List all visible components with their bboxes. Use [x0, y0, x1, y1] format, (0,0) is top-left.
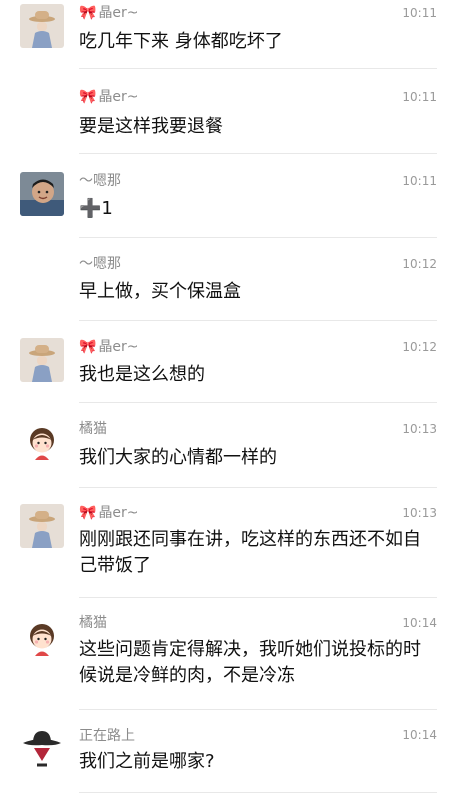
sender-name: 正在路上: [79, 728, 135, 744]
message-divider: [79, 320, 437, 321]
message-divider: [79, 402, 437, 403]
message-time: 10:12: [402, 257, 437, 271]
message-divider: [79, 792, 437, 793]
sender-name: 🎀 晶er~: [79, 89, 139, 105]
sender-name: 🎀 晶er~: [79, 5, 139, 21]
photo-avatar[interactable]: [20, 172, 64, 216]
chat-message: ～嗯那 10:12 早上做，买个保温盒: [0, 238, 457, 322]
bow-icon: 🎀: [79, 5, 97, 21]
chat-message: 橘猫 10:14 这些问题肯定得解决，我听她们说投标的时候说是冷鲜的肉，不是冷冻: [0, 598, 457, 710]
message-text[interactable]: 刚刚跟还同事在讲，吃这样的东西还不如自己带饭了: [79, 527, 433, 579]
sender-name: 橘猫: [79, 615, 107, 631]
sender-name: 🎀 晶er~: [79, 339, 139, 355]
cartoon-girl-avatar[interactable]: [20, 616, 64, 660]
message-text[interactable]: 我也是这么想的: [79, 362, 433, 388]
message-text[interactable]: 我们之前是哪家?: [79, 749, 433, 775]
bow-icon: 🎀: [79, 339, 97, 355]
message-divider: [79, 68, 437, 69]
straw-hat-avatar[interactable]: [20, 4, 64, 48]
message-text[interactable]: 这些问题肯定得解决，我听她们说投标的时候说是冷鲜的肉，不是冷冻: [79, 637, 433, 689]
message-text[interactable]: ➕1: [79, 196, 433, 222]
chat-message-list: 🎀 晶er~ 10:11 吃几年下来 身体都吃坏了 🎀 晶er~ 10:11 要是这…: [0, 0, 457, 800]
cowboy-avatar[interactable]: [20, 726, 64, 770]
sender-name: 橘猫: [79, 421, 107, 437]
chat-message: 橘猫 10:13 我们大家的心情都一样的: [0, 404, 457, 488]
sender-name: 🎀 晶er~: [79, 505, 139, 521]
straw-hat-avatar[interactable]: [20, 504, 64, 548]
message-time: 10:13: [402, 506, 437, 520]
chat-message: 🎀 晶er~ 10:11 吃几年下来 身体都吃坏了: [0, 0, 457, 70]
sender-name: ～嗯那: [79, 256, 121, 272]
message-text[interactable]: 吃几年下来 身体都吃坏了: [79, 29, 433, 55]
chat-message: 正在路上 10:14 我们之前是哪家?: [0, 710, 457, 800]
cartoon-girl-avatar[interactable]: [20, 420, 64, 464]
message-time: 10:11: [402, 6, 437, 20]
message-text[interactable]: 早上做，买个保温盒: [79, 279, 433, 305]
bow-icon: 🎀: [79, 505, 97, 521]
chat-message: ～嗯那 10:11 ➕1: [0, 154, 457, 238]
sender-name: ～嗯那: [79, 173, 121, 189]
chat-message: 🎀 晶er~ 10:12 我也是这么想的: [0, 322, 457, 404]
message-time: 10:14: [402, 616, 437, 630]
message-time: 10:14: [402, 728, 437, 742]
message-time: 10:13: [402, 422, 437, 436]
bow-icon: 🎀: [79, 89, 97, 105]
message-time: 10:11: [402, 174, 437, 188]
message-text[interactable]: 我们大家的心情都一样的: [79, 445, 433, 471]
chat-message: 🎀 晶er~ 10:13 刚刚跟还同事在讲，吃这样的东西还不如自己带饭了: [0, 488, 457, 598]
message-time: 10:12: [402, 340, 437, 354]
message-text[interactable]: 要是这样我要退餐: [79, 114, 433, 140]
chat-message: 🎀 晶er~ 10:11 要是这样我要退餐: [0, 70, 457, 154]
straw-hat-avatar[interactable]: [20, 338, 64, 382]
message-time: 10:11: [402, 90, 437, 104]
